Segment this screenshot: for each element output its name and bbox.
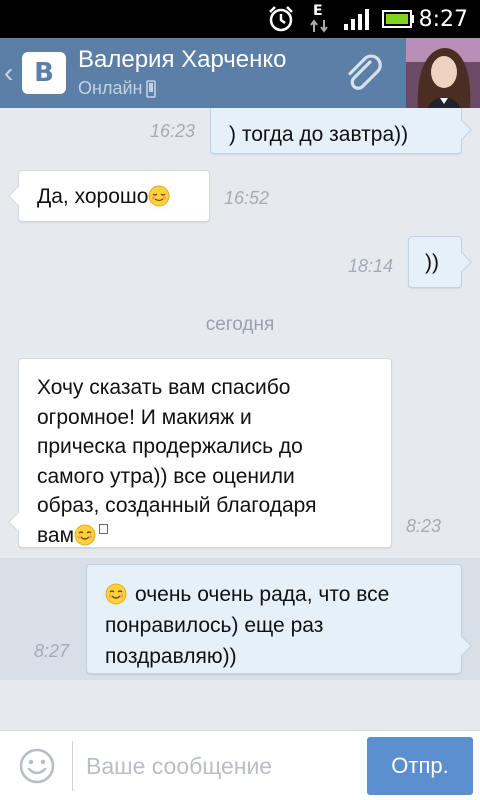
message-line: понравилось) еще раз xyxy=(105,614,324,637)
contact-status: Онлайн xyxy=(78,78,157,99)
battery-icon xyxy=(382,0,416,38)
status-time: 8:27 xyxy=(418,6,468,32)
message-line: очень очень рада, что все xyxy=(135,583,390,606)
bubble-tail xyxy=(452,120,472,140)
network-type-label: E xyxy=(313,3,323,19)
outgoing-message[interactable]: )) xyxy=(408,236,472,288)
status-bar: E 8:27 xyxy=(0,0,480,38)
message-text: ) тогда до завтра)) xyxy=(229,123,409,146)
message-time: 8:27 xyxy=(34,641,70,661)
bubble-tail xyxy=(452,252,472,272)
mobile-phone-icon xyxy=(146,79,157,98)
send-button[interactable]: Отпр. xyxy=(367,737,473,795)
online-status-label: Онлайн xyxy=(78,78,143,98)
unknown-glyph-icon xyxy=(99,523,109,534)
message-input[interactable] xyxy=(86,741,356,791)
message-line: прическа продержались до xyxy=(37,435,303,458)
incoming-message[interactable]: Хочу сказать вам спасибо огромное! И мак… xyxy=(8,358,392,551)
message-line: поздравляю)) xyxy=(105,645,237,668)
message-time: 16:52 xyxy=(224,188,270,208)
input-divider xyxy=(72,741,73,791)
message-line: вам xyxy=(37,523,75,547)
relieved-face-icon xyxy=(148,185,170,207)
bubble-tail xyxy=(8,512,28,532)
message-line: Хочу сказать вам спасибо xyxy=(37,376,291,399)
back-chevron-icon[interactable]: ‹ xyxy=(4,58,22,88)
emoji-smiley-icon[interactable] xyxy=(18,747,56,785)
outgoing-message[interactable]: очень очень рада, что все понравилось) е… xyxy=(86,564,472,674)
outgoing-message[interactable]: ) тогда до завтра)) xyxy=(210,108,472,154)
message-time: 16:23 xyxy=(150,121,196,141)
message-text: )) xyxy=(425,251,439,274)
smiling-face-icon xyxy=(74,524,96,545)
vk-logo-text: B xyxy=(34,58,54,88)
data-arrows-icon: E xyxy=(308,0,334,38)
message-line-last: вам xyxy=(37,521,381,551)
bubble-tail xyxy=(8,186,28,206)
avatar[interactable] xyxy=(406,38,480,108)
message-time: 8:23 xyxy=(406,516,442,536)
contact-name[interactable]: Валерия Харченко xyxy=(78,46,287,74)
message-line-first: очень очень рада, что все xyxy=(105,579,451,610)
message-time: 18:14 xyxy=(348,256,394,276)
paperclip-icon[interactable] xyxy=(340,50,388,98)
message-list[interactable]: 16:23 ) тогда до завтра)) Да, хорошо 16:… xyxy=(0,108,480,730)
message-line: самого утра)) все оценили xyxy=(37,464,295,488)
vk-logo[interactable]: B xyxy=(22,52,66,94)
incoming-message[interactable]: Да, хорошо xyxy=(8,170,210,222)
smiling-face-icon xyxy=(105,583,127,605)
alarm-icon xyxy=(266,0,296,38)
message-line: образ, созданный благодаря xyxy=(37,494,317,517)
compose-bar: Отпр. xyxy=(0,730,480,800)
chat-header: ‹ B Валерия Харченко Онлайн xyxy=(0,38,480,108)
signal-icon xyxy=(342,0,376,38)
message-text: Да, хорошо xyxy=(37,185,149,208)
message-line: огромное! И макияж и xyxy=(37,405,252,429)
day-divider: сегодня xyxy=(205,314,275,335)
